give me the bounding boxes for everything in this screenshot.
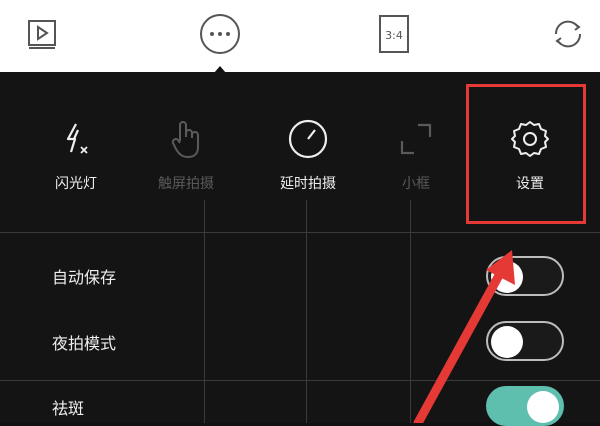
annotation-arrow [413, 250, 515, 423]
